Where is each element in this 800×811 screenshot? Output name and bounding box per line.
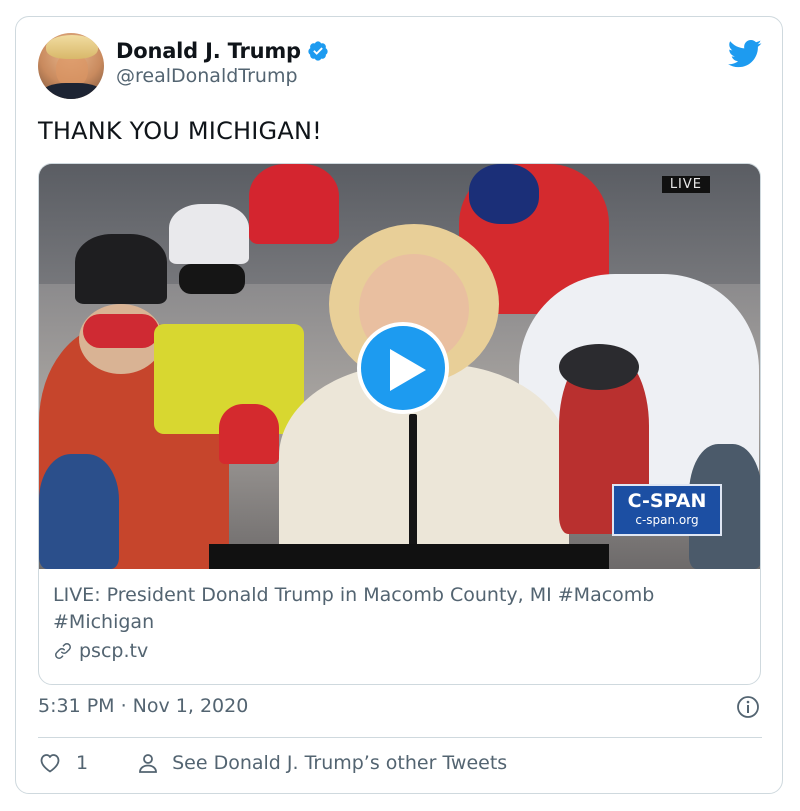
user-handle[interactable]: @realDonaldTrump xyxy=(116,65,329,87)
live-overlay: LIVE xyxy=(661,176,710,193)
link-preview[interactable]: LIVE: President Donald Trump in Macomb C… xyxy=(53,582,743,662)
network-url: c-span.org xyxy=(635,513,699,527)
avatar[interactable] xyxy=(38,33,104,99)
display-name[interactable]: Donald J. Trump xyxy=(116,39,301,63)
person-icon xyxy=(139,754,157,773)
network-name: C-SPAN xyxy=(627,490,707,512)
tweet-text: THANK YOU MICHIGAN! xyxy=(38,117,322,145)
link-title[interactable]: LIVE: President Donald Trump in Macomb C… xyxy=(53,582,743,636)
verified-badge-icon xyxy=(308,41,328,61)
tweet-timestamp[interactable]: 5:31 PM · Nov 1, 2020 xyxy=(38,695,248,717)
play-button[interactable] xyxy=(357,322,449,414)
link-domain[interactable]: pscp.tv xyxy=(79,640,148,662)
heart-icon xyxy=(40,754,60,773)
link-domain-row[interactable]: pscp.tv xyxy=(53,640,743,662)
profile-link-label[interactable]: See Donald J. Trump’s other Tweets xyxy=(172,752,507,774)
link-icon xyxy=(55,643,71,659)
tweet-actions: 1 See Donald J. Trump’s other Tweets xyxy=(38,751,507,775)
network-logo: C-SPAN c-span.org xyxy=(612,484,722,536)
like-button[interactable]: 1 xyxy=(38,751,88,775)
author-info[interactable]: Donald J. Trump @realDonaldTrump xyxy=(116,39,329,87)
profile-link[interactable]: See Donald J. Trump’s other Tweets xyxy=(136,751,507,775)
like-count: 1 xyxy=(76,752,89,774)
info-icon[interactable] xyxy=(736,695,760,719)
tweet-card: Donald J. Trump @realDonaldTrump THANK Y… xyxy=(15,16,783,794)
play-icon xyxy=(390,349,426,391)
divider xyxy=(38,737,762,738)
twitter-logo-icon[interactable] xyxy=(728,39,762,69)
video-thumbnail[interactable]: LIVE C-SPAN c-span.org xyxy=(39,164,760,569)
tweet-header: Donald J. Trump @realDonaldTrump xyxy=(38,33,762,105)
media-card[interactable]: LIVE C-SPAN c-span.org LIVE: President D… xyxy=(38,163,761,685)
